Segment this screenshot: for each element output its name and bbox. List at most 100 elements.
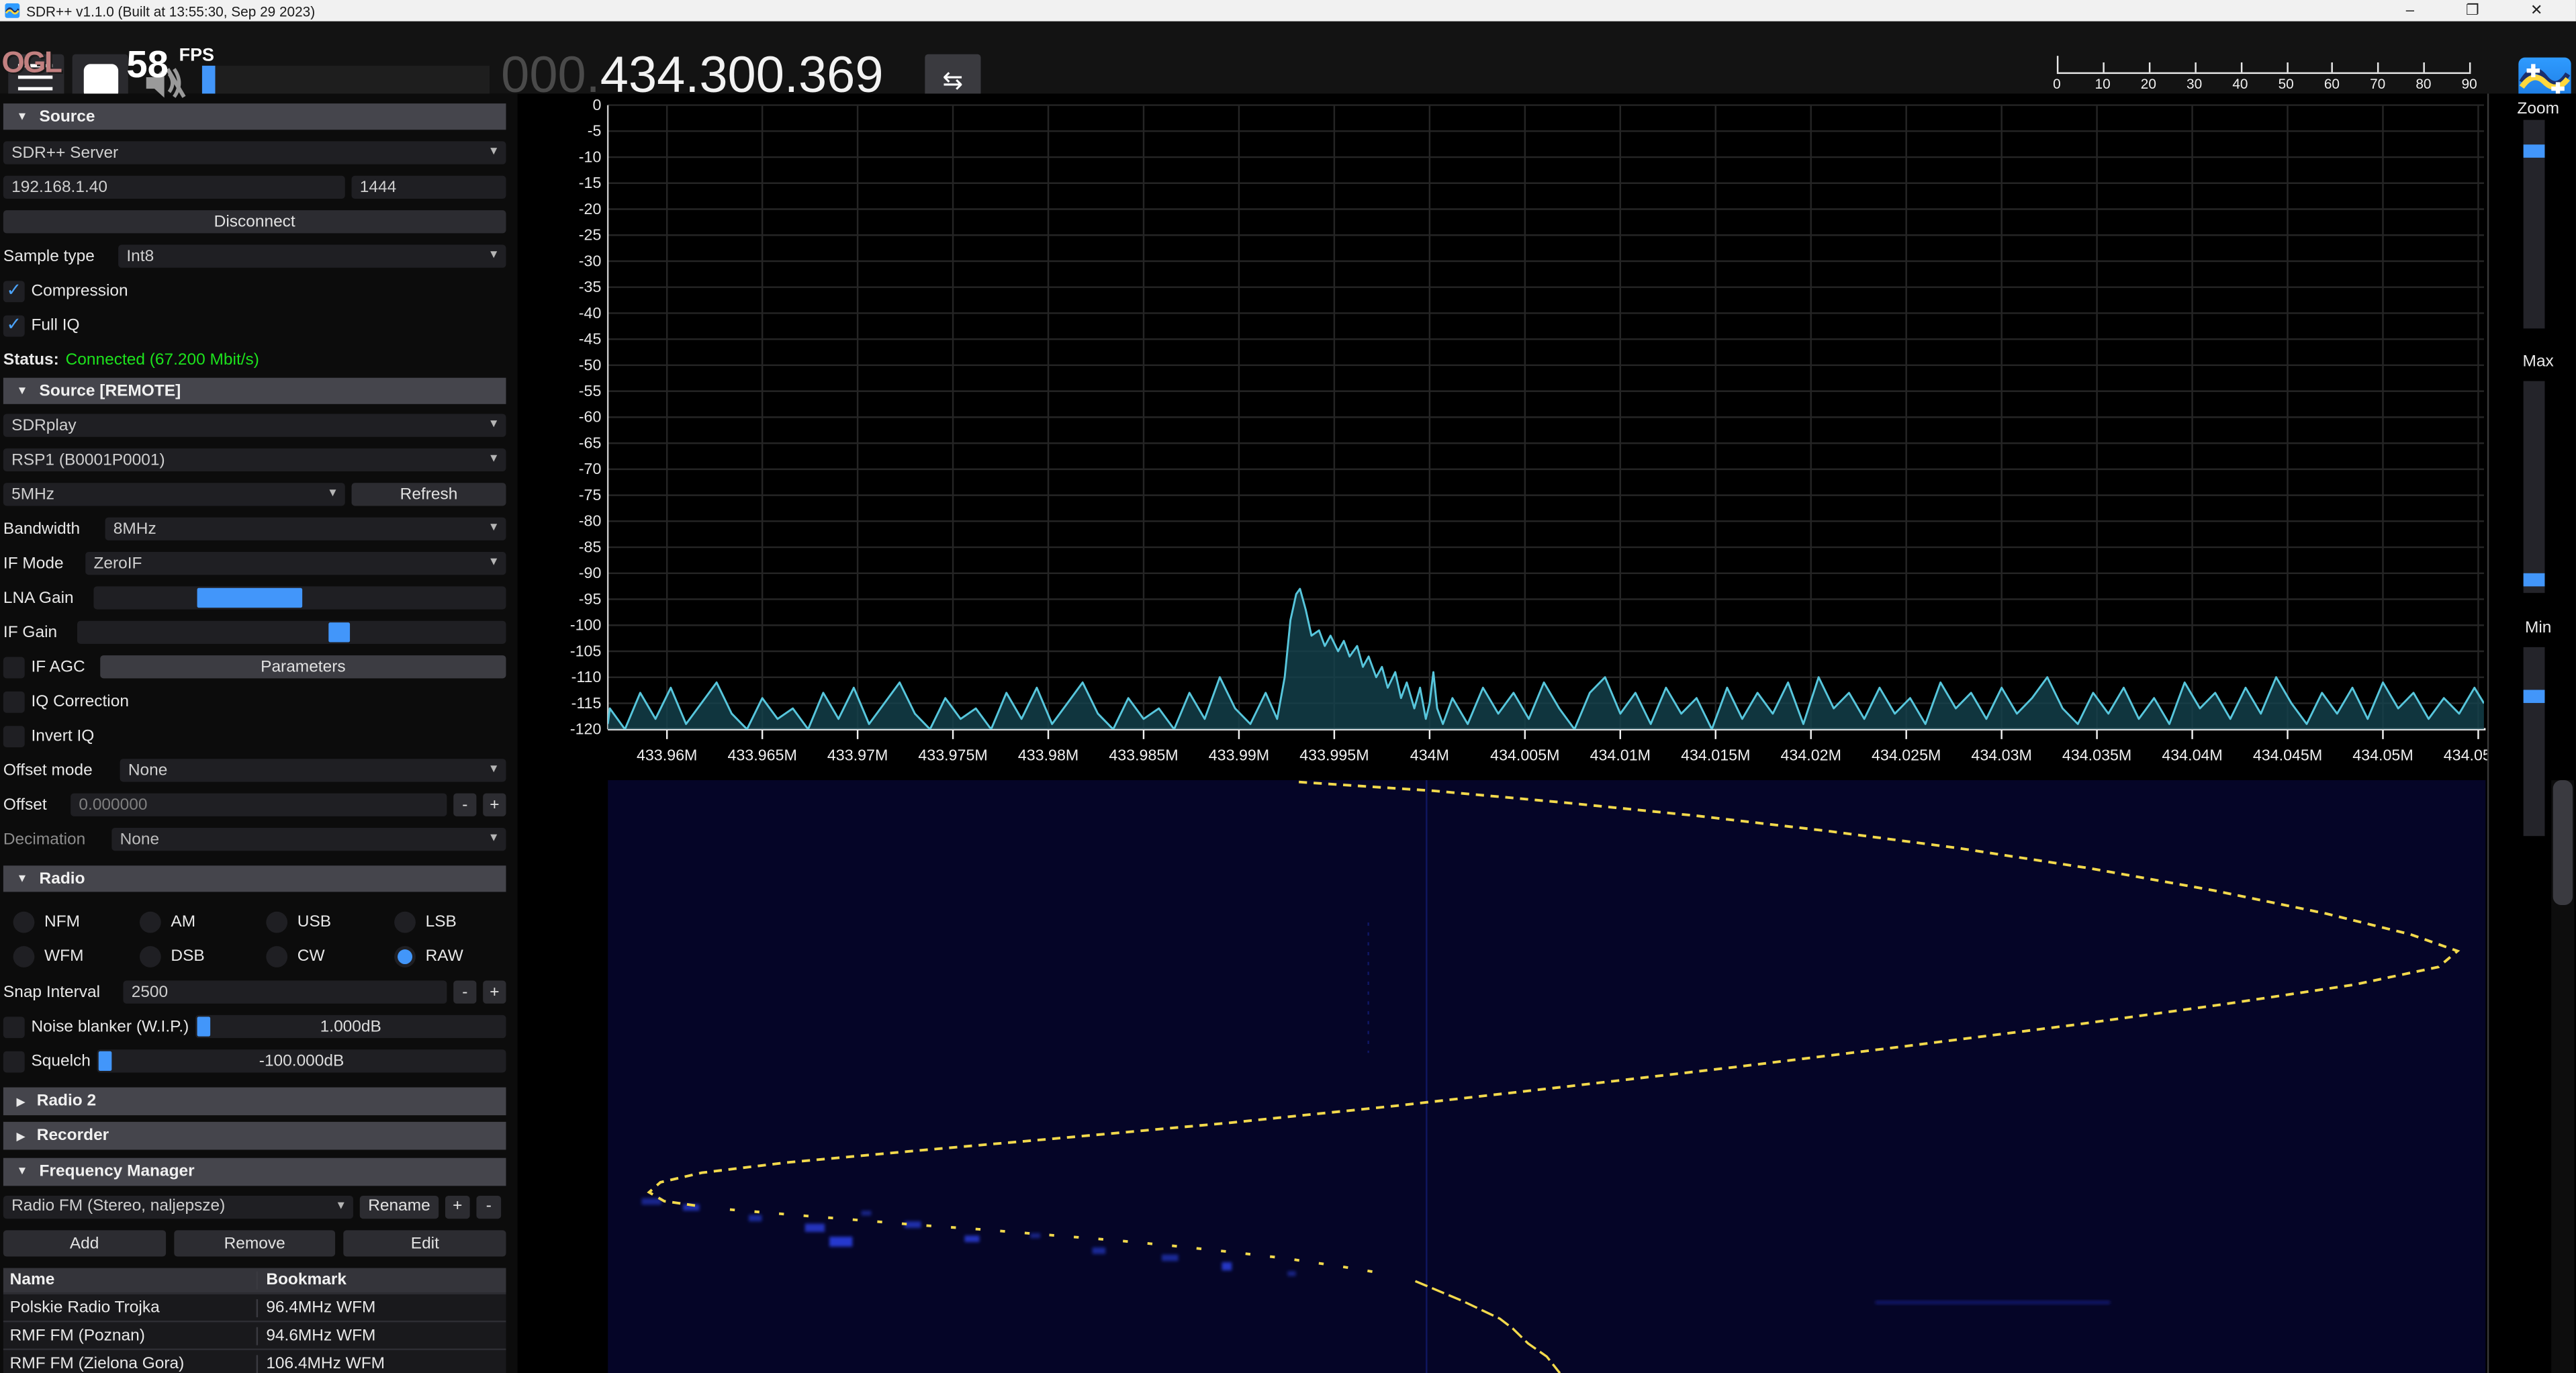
if-gain-label: IF Gain xyxy=(3,623,71,641)
full-iq-checkbox[interactable]: ✓ xyxy=(3,314,25,336)
radio-mode-grid: NFMAMUSBLSBWFMDSBCWRAW xyxy=(13,910,506,969)
snr-tick-label: 10 xyxy=(2084,76,2121,92)
svg-text:-95: -95 xyxy=(579,590,602,608)
zoom-slider-label: Zoom xyxy=(2502,100,2575,118)
offset-increment-button[interactable]: + xyxy=(483,794,506,816)
offset-mode-select[interactable]: None ▼ xyxy=(120,759,506,782)
radio-mode-usb[interactable]: USB xyxy=(266,910,394,935)
panel-header-radio[interactable]: ▼ Radio xyxy=(3,865,506,892)
svg-text:-40: -40 xyxy=(579,304,602,322)
swap-arrows-icon: ⇆ xyxy=(943,66,964,95)
port-field[interactable]: 1444 xyxy=(352,176,506,199)
offset-decrement-button[interactable]: - xyxy=(453,794,476,816)
source-driver-select[interactable]: SDR++ Server ▼ xyxy=(3,141,506,164)
snap-interval-field[interactable]: 2500 xyxy=(123,981,447,1004)
snap-increment-button[interactable]: + xyxy=(483,981,506,1004)
panel-header-source-remote[interactable]: ▼ Source [REMOTE] xyxy=(3,378,506,404)
sample-type-select[interactable]: Int8 ▼ xyxy=(118,245,506,268)
minimize-button[interactable]: – xyxy=(2385,0,2434,21)
svg-text:434.035M: 434.035M xyxy=(2062,747,2131,764)
radio-mode-cw[interactable]: CW xyxy=(266,945,394,969)
remote-driver-select[interactable]: SDRplay ▼ xyxy=(3,414,506,436)
panel-header-radio2[interactable]: ▶ Radio 2 xyxy=(3,1088,506,1116)
bookmark-row[interactable]: Polskie Radio Trojka96.4MHz WFM xyxy=(3,1292,506,1321)
zoom-slider-grab[interactable] xyxy=(2524,144,2545,158)
disconnect-button[interactable]: Disconnect xyxy=(3,210,506,233)
chevron-collapsed-icon: ▶ xyxy=(16,1095,25,1108)
lna-gain-slider[interactable] xyxy=(93,586,506,609)
if-agc-label: IF AGC xyxy=(31,658,93,676)
volume-slider-handle[interactable] xyxy=(202,66,216,95)
window-scrollbar-thumb[interactable] xyxy=(2553,780,2573,905)
chevron-expanded-icon: ▼ xyxy=(16,873,28,884)
snr-tick-label: 90 xyxy=(2451,76,2487,92)
rename-button[interactable]: Rename xyxy=(360,1195,439,1218)
radio-mode-lsb[interactable]: LSB xyxy=(394,910,516,935)
snr-tick xyxy=(2332,62,2333,72)
max-slider[interactable] xyxy=(2524,381,2545,594)
min-slider[interactable] xyxy=(2524,647,2545,836)
remote-device-select[interactable]: RSP1 (B0001P0001) ▼ xyxy=(3,448,506,471)
close-button[interactable]: ✕ xyxy=(2512,0,2561,21)
host-field[interactable]: 192.168.1.40 xyxy=(3,176,345,199)
bandwidth-select[interactable]: 8MHz ▼ xyxy=(105,518,506,540)
edit-button[interactable]: Edit xyxy=(344,1230,506,1256)
if-mode-select[interactable]: ZeroIF ▼ xyxy=(85,552,506,575)
snr-tick xyxy=(2424,62,2425,72)
chevron-down-icon: ▼ xyxy=(488,146,500,158)
bookmark-value: 94.6MHz WFM xyxy=(257,1326,506,1344)
compression-checkbox[interactable]: ✓ xyxy=(3,280,25,301)
chevron-down-icon: ▼ xyxy=(335,1200,347,1211)
panel-header-source[interactable]: ▼ Source xyxy=(3,103,506,130)
if-gain-slider[interactable] xyxy=(77,621,506,644)
parameters-button[interactable]: Parameters xyxy=(100,655,506,678)
toolbar: OGL 58 FPS 000.434.300.369 ⇆ 01020304050… xyxy=(0,21,2576,94)
noise-blanker-checkbox[interactable]: ✓ xyxy=(3,1016,25,1037)
radio-mode-label: LSB xyxy=(426,913,457,931)
svg-text:-25: -25 xyxy=(579,226,602,244)
refresh-button[interactable]: Refresh xyxy=(352,483,506,506)
radio-mode-am[interactable]: AM xyxy=(140,910,266,935)
bookmark-name: RMF FM (Zielona Gora) xyxy=(3,1354,257,1372)
preset-select[interactable]: Radio FM (Stereo, naljepsze) ▼ xyxy=(3,1195,353,1218)
preset-remove-button[interactable]: - xyxy=(476,1195,501,1218)
radio-mode-raw[interactable]: RAW xyxy=(394,945,516,969)
noise-blanker-slider[interactable]: 1.000dB xyxy=(195,1015,506,1038)
bookmark-row[interactable]: RMF FM (Zielona Gora)106.4MHz WFM xyxy=(3,1348,506,1373)
samplerate-select[interactable]: 5MHz ▼ xyxy=(3,483,345,506)
panel-header-label: Recorder xyxy=(37,1127,109,1145)
svg-text:433.975M: 433.975M xyxy=(918,747,987,764)
snap-decrement-button[interactable]: - xyxy=(453,981,476,1004)
min-slider-grab[interactable] xyxy=(2524,690,2545,703)
offset-field[interactable]: 0.000000 xyxy=(71,794,447,816)
if-agc-checkbox[interactable]: ✓ xyxy=(3,656,25,677)
sidebar: ▼ Source SDR++ Server ▼ 192.168.1.40 144… xyxy=(0,93,518,1373)
max-slider-grab[interactable] xyxy=(2524,573,2545,587)
invert-iq-checkbox[interactable]: ✓ xyxy=(3,725,25,747)
waterfall[interactable] xyxy=(608,780,2485,1373)
zoom-slider[interactable] xyxy=(2524,120,2545,329)
volume-slider[interactable] xyxy=(202,66,490,95)
bookmark-row[interactable]: RMF FM (Poznan)94.6MHz WFM xyxy=(3,1321,506,1349)
if-gain-slider-grab[interactable] xyxy=(328,622,350,642)
window-scrollbar[interactable] xyxy=(2551,780,2574,1373)
check-icon: ✓ xyxy=(7,317,22,333)
snr-tick-label: 60 xyxy=(2313,76,2350,92)
decimation-select[interactable]: None ▼ xyxy=(111,828,506,851)
iq-correction-checkbox[interactable]: ✓ xyxy=(3,691,25,712)
panel-header-frequency-manager[interactable]: ▼ Frequency Manager xyxy=(3,1158,506,1186)
check-icon: ✓ xyxy=(7,283,22,299)
squelch-checkbox[interactable]: ✓ xyxy=(3,1050,25,1072)
remove-button[interactable]: Remove xyxy=(174,1230,336,1256)
squelch-slider[interactable]: -100.000dB xyxy=(97,1049,506,1072)
svg-text:-75: -75 xyxy=(579,486,602,504)
svg-text:-55: -55 xyxy=(579,382,602,399)
radio-mode-dsb[interactable]: DSB xyxy=(140,945,266,969)
radio-mode-wfm[interactable]: WFM xyxy=(13,945,140,969)
maximize-button[interactable]: ❐ xyxy=(2448,0,2497,21)
radio-mode-nfm[interactable]: NFM xyxy=(13,910,140,935)
panel-header-recorder[interactable]: ▶ Recorder xyxy=(3,1122,506,1150)
lna-gain-slider-grab[interactable] xyxy=(197,588,303,608)
add-button[interactable]: Add xyxy=(3,1230,165,1256)
preset-add-button[interactable]: + xyxy=(445,1195,470,1218)
